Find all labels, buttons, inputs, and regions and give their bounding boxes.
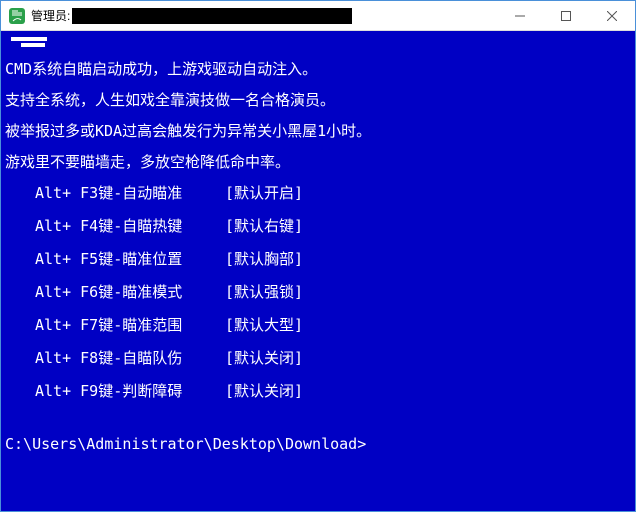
maximize-button[interactable] <box>543 1 589 31</box>
hotkey-default: [默认关闭] <box>225 381 303 402</box>
redacted-title <box>72 8 352 24</box>
hotkey-row: Alt+ F6键-瞄准模式 [默认强锁] <box>5 282 631 303</box>
hotkey-key: Alt+ F4键-自瞄热键 <box>35 216 225 237</box>
app-window: 管理员: CMD系统自瞄启动成功，上游戏驱动自动注入。 支持全系统，人生如戏全靠… <box>0 0 636 512</box>
hotkey-row: Alt+ F7键-瞄准范围 [默认大型] <box>5 315 631 336</box>
hotkey-row: Alt+ F4键-自瞄热键 [默认右键] <box>5 216 631 237</box>
hotkey-default: [默认强锁] <box>225 282 303 303</box>
terminal-line: 支持全系统，人生如戏全靠演技做一名合格演员。 <box>5 90 631 111</box>
app-icon <box>7 6 27 26</box>
minimize-button[interactable] <box>497 1 543 31</box>
hotkey-list: Alt+ F3键-自动瞄准 [默认开启] Alt+ F4键-自瞄热键 [默认右键… <box>5 183 631 402</box>
message-block: CMD系统自瞄启动成功，上游戏驱动自动注入。 支持全系统，人生如戏全靠演技做一名… <box>5 59 631 173</box>
hotkey-key: Alt+ F8键-自瞄队伤 <box>35 348 225 369</box>
hotkey-key: Alt+ F9键-判断障碍 <box>35 381 225 402</box>
hotkey-key: Alt+ F7键-瞄准范围 <box>35 315 225 336</box>
terminal-line: CMD系统自瞄启动成功，上游戏驱动自动注入。 <box>5 59 631 80</box>
ascii-art <box>5 37 631 49</box>
terminal-line: 游戏里不要瞄墙走，多放空枪降低命中率。 <box>5 152 631 173</box>
hotkey-key: Alt+ F6键-瞄准模式 <box>35 282 225 303</box>
terminal-line: 被举报过多或KDA过高会触发行为异常关小黑屋1小时。 <box>5 121 631 142</box>
close-button[interactable] <box>589 1 635 31</box>
hotkey-row: Alt+ F3键-自动瞄准 [默认开启] <box>5 183 631 204</box>
window-title: 管理员: <box>31 7 70 24</box>
prompt-line: C:\Users\Administrator\Desktop\Download> <box>5 434 631 455</box>
hotkey-default: [默认大型] <box>225 315 303 336</box>
hotkey-row: Alt+ F5键-瞄准位置 [默认胸部] <box>5 249 631 270</box>
hotkey-key: Alt+ F3键-自动瞄准 <box>35 183 225 204</box>
hotkey-default: [默认胸部] <box>225 249 303 270</box>
hotkey-row: Alt+ F8键-自瞄队伤 [默认关闭] <box>5 348 631 369</box>
hotkey-default: [默认开启] <box>225 183 303 204</box>
hotkey-default: [默认右键] <box>225 216 303 237</box>
window-controls <box>497 1 635 31</box>
hotkey-key: Alt+ F5键-瞄准位置 <box>35 249 225 270</box>
prompt-path: C:\Users\Administrator\Desktop\Download> <box>5 435 366 453</box>
hotkey-row: Alt+ F9键-判断障碍 [默认关闭] <box>5 381 631 402</box>
hotkey-default: [默认关闭] <box>225 348 303 369</box>
titlebar: 管理员: <box>1 1 635 31</box>
terminal-area[interactable]: CMD系统自瞄启动成功，上游戏驱动自动注入。 支持全系统，人生如戏全靠演技做一名… <box>1 31 635 511</box>
